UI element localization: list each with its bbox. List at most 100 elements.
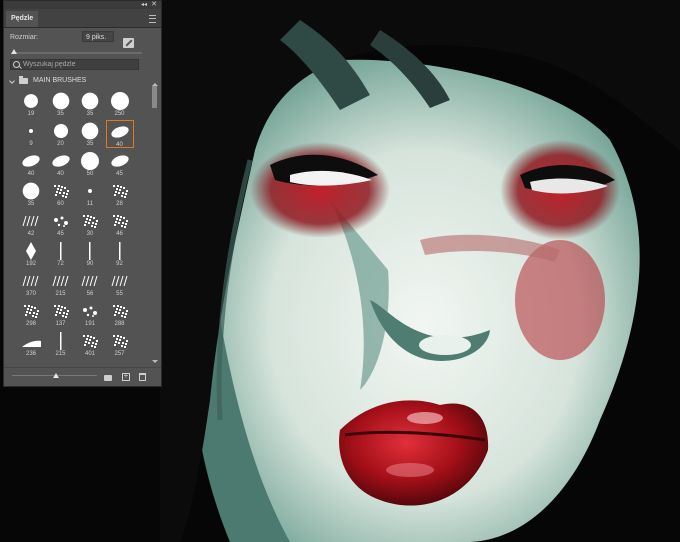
brush-size-label: 370 (25, 291, 36, 297)
brush-preset[interactable]: 401 (76, 330, 104, 358)
chevron-down-icon[interactable] (9, 78, 15, 84)
brush-size-label: 90 (86, 261, 94, 267)
size-input[interactable]: 9 piks. (82, 31, 114, 42)
brush-size-label: 42 (27, 231, 35, 237)
brush-settings-icon[interactable] (123, 38, 134, 48)
brush-preset[interactable]: 288 (106, 300, 134, 328)
brush-preset[interactable]: 298 (17, 300, 45, 328)
brush-preset[interactable]: 40 (105, 120, 134, 148)
brush-tip-icon (89, 242, 91, 260)
brush-preset[interactable]: 55 (106, 270, 134, 298)
new-brush-icon[interactable] (122, 371, 130, 381)
size-slider-thumb[interactable] (11, 49, 17, 54)
brush-size-label: 45 (57, 231, 64, 237)
close-panel-icon[interactable]: ✕ (151, 1, 157, 9)
brush-tip-icon (22, 155, 40, 167)
brush-tip-icon (118, 242, 120, 260)
brush-tip-icon (110, 92, 129, 110)
brush-tip-icon (110, 155, 129, 167)
brush-size-label: 215 (55, 291, 66, 297)
brush-preset[interactable]: 30 (76, 210, 104, 238)
brush-group-main[interactable]: MAIN BRUSHES (8, 76, 146, 87)
brush-tip-icon (81, 275, 98, 287)
brush-preset[interactable]: 35 (76, 120, 104, 148)
brush-preset[interactable]: 35 (47, 90, 75, 118)
brush-preset[interactable]: 56 (76, 270, 104, 298)
brush-tip-icon (22, 215, 39, 227)
brush-tip-icon (29, 129, 33, 133)
brush-preset[interactable]: 19 (17, 90, 45, 118)
brush-preset[interactable]: 92 (106, 240, 134, 268)
brush-size-label: 46 (116, 231, 123, 237)
brush-size-label: 236 (25, 351, 36, 357)
brush-preset[interactable]: 40 (17, 150, 45, 178)
brush-size-label: 50 (86, 171, 94, 177)
brush-preset[interactable]: 90 (76, 240, 104, 268)
brush-size-label: 92 (116, 261, 123, 267)
search-input[interactable] (23, 60, 133, 69)
brush-preset[interactable]: 35 (76, 90, 104, 118)
brush-tip-icon (53, 216, 68, 227)
brush-tip-icon (52, 275, 68, 287)
scroll-thumb[interactable] (152, 86, 157, 108)
brush-size-label: 35 (57, 111, 64, 117)
brush-tip-icon (83, 306, 97, 317)
tab-brushes[interactable]: Pędzle (6, 11, 39, 27)
brush-tip-icon (53, 305, 69, 318)
brush-size-label: 19 (27, 111, 35, 117)
brush-preset[interactable]: 257 (106, 330, 134, 358)
brush-preset[interactable]: 215 (47, 270, 75, 298)
brush-preset[interactable]: 45 (47, 210, 75, 238)
brush-tip-icon (51, 155, 70, 167)
brush-tip-icon (53, 123, 68, 139)
brush-tip-icon (110, 126, 129, 138)
brush-tip-icon (26, 242, 36, 260)
brush-preset[interactable]: 250 (106, 90, 134, 118)
panel-menu-icon[interactable] (149, 15, 156, 23)
brush-preset[interactable]: 191 (76, 300, 104, 328)
brush-tip-icon (22, 275, 39, 287)
brush-preset[interactable]: 35 (17, 180, 45, 208)
brush-preset[interactable]: 46 (106, 210, 134, 238)
brush-tip-icon (88, 189, 92, 193)
size-slider-track[interactable] (12, 52, 142, 54)
brush-preset[interactable]: 11 (76, 180, 104, 208)
brush-tip-icon (81, 92, 99, 110)
brush-tip-icon (22, 340, 41, 347)
brush-preset[interactable]: 60 (47, 180, 75, 208)
brush-preset[interactable]: 236 (17, 330, 45, 358)
brush-preset[interactable]: 50 (76, 150, 104, 178)
brush-size-label: 250 (114, 111, 125, 117)
brush-preset[interactable]: 40 (47, 150, 75, 178)
brush-preset[interactable]: 20 (47, 120, 75, 148)
brush-preset[interactable]: 215 (47, 330, 75, 358)
brush-list-scrollbar[interactable] (151, 81, 158, 365)
brush-size-label: 45 (116, 171, 123, 177)
brush-preset[interactable]: 28 (106, 180, 134, 208)
search-box[interactable] (10, 59, 139, 70)
brush-preset[interactable]: 42 (17, 210, 45, 238)
brush-tip-icon (52, 92, 69, 110)
brush-size-label: 298 (25, 321, 36, 327)
brush-tip-icon (83, 335, 98, 348)
brush-tip-icon (83, 215, 98, 228)
brush-size-label: 191 (84, 321, 95, 327)
brush-preset[interactable]: 45 (106, 150, 134, 178)
brush-tip-icon (81, 152, 99, 170)
new-group-folder-icon[interactable] (104, 375, 112, 381)
brush-preset[interactable]: 192 (17, 240, 45, 268)
delete-brush-icon[interactable] (139, 373, 146, 381)
brush-tip-icon (53, 185, 69, 198)
brush-preset[interactable]: 9 (17, 120, 45, 148)
scroll-down-icon[interactable] (152, 360, 158, 363)
brush-size-label: 192 (25, 261, 36, 267)
brush-size-label: 72 (57, 261, 64, 267)
brush-size-label: 40 (57, 171, 64, 177)
size-label: Rozmiar: (10, 34, 39, 41)
brush-preset[interactable]: 72 (47, 240, 75, 268)
preview-size-slider-thumb[interactable] (53, 373, 59, 378)
collapse-panel-icon[interactable]: ◂◂ (141, 1, 147, 9)
brush-preset[interactable]: 370 (17, 270, 45, 298)
brush-size-label: 215 (55, 351, 66, 357)
brush-preset[interactable]: 137 (47, 300, 75, 328)
